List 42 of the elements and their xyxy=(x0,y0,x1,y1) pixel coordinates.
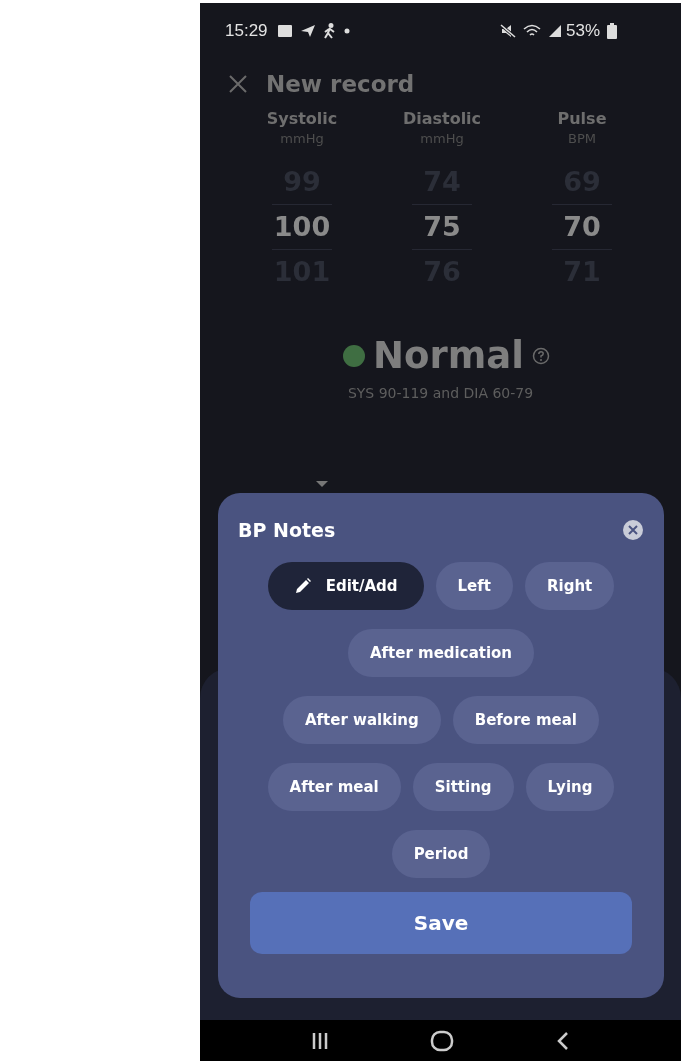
close-icon[interactable] xyxy=(228,74,248,94)
note-chip[interactable]: After meal xyxy=(267,763,401,811)
dot-icon xyxy=(343,28,350,34)
home-icon[interactable] xyxy=(430,1029,455,1052)
note-chip[interactable]: Lying xyxy=(525,763,615,811)
help-icon[interactable] xyxy=(531,346,550,365)
picker-label: Systolic xyxy=(266,109,338,128)
note-chip[interactable]: Period xyxy=(391,830,491,878)
save-button[interactable]: Save xyxy=(250,892,632,954)
battery-icon xyxy=(607,23,617,39)
category-label: Normal xyxy=(373,334,524,377)
signal-icon xyxy=(547,24,562,38)
image-icon xyxy=(276,24,293,38)
close-icon[interactable] xyxy=(622,519,644,541)
sheet-title: BP Notes xyxy=(238,519,336,541)
send-icon xyxy=(299,24,316,38)
note-chip[interactable]: Right xyxy=(525,562,615,610)
pencil-icon xyxy=(293,577,312,595)
recents-icon[interactable] xyxy=(310,1030,329,1051)
screen-title: New record xyxy=(266,71,415,97)
picker-label: Pulse xyxy=(557,109,607,128)
back-icon[interactable] xyxy=(556,1030,571,1051)
walking-person-icon xyxy=(322,23,337,39)
status-time: 15:29 xyxy=(225,21,268,41)
picker-unit: mmHg xyxy=(420,131,464,146)
selected-picker-value[interactable]: 75 xyxy=(412,204,472,250)
note-chip[interactable]: Left xyxy=(435,562,513,610)
selected-picker-value[interactable]: 70 xyxy=(552,204,612,250)
caret-icon xyxy=(315,480,329,488)
battery-percent: 53% xyxy=(565,21,600,41)
note-chip[interactable]: Before meal xyxy=(452,696,600,744)
picker-unit: mmHg xyxy=(280,131,324,146)
selected-picker-value[interactable]: 100 xyxy=(272,204,332,250)
note-chip[interactable]: Sitting xyxy=(412,763,514,811)
note-chip[interactable]: After walking xyxy=(282,696,441,744)
note-chip[interactable]: After medication xyxy=(347,629,535,677)
edit-chip[interactable]: Edit/Add xyxy=(267,562,424,610)
mute-icon xyxy=(499,24,516,38)
category-range: SYS 90-119 and DIA 60-79 xyxy=(347,385,534,401)
wifi-icon xyxy=(522,24,541,38)
picker-unit: BPM xyxy=(568,131,596,146)
picker-label: Diastolic xyxy=(402,109,482,128)
